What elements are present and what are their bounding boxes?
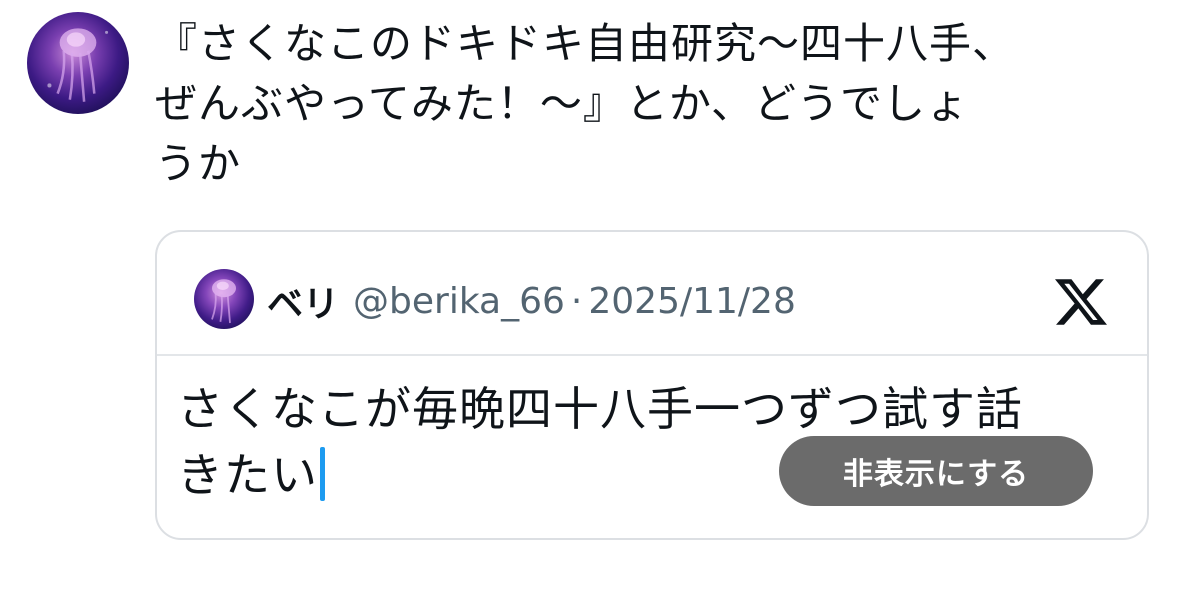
x-logo-icon[interactable] xyxy=(1055,276,1107,328)
quoted-author-avatar[interactable] xyxy=(194,269,254,329)
post-text: 『さくなこのドキドキ自由研究〜四十八手、 ぜんぶやってみた！〜』とか、どうでしょ… xyxy=(155,19,1016,188)
quoted-author-handle[interactable]: @berika_66 xyxy=(353,281,565,322)
hide-button[interactable]: 非表示にする xyxy=(779,436,1093,506)
quoted-post-header: ベリ @berika_66 · 2025/11/28 xyxy=(157,232,1147,356)
quoted-post-meta: ベリ @berika_66 · 2025/11/28 xyxy=(267,276,796,326)
quoted-post-text-line2: きたい xyxy=(177,448,318,502)
quoted-post-card[interactable]: ベリ @berika_66 · 2025/11/28 さくなこが毎晩四十八手一つ… xyxy=(155,230,1149,540)
text-caret xyxy=(320,447,325,501)
post: 『さくなこのドキドキ自由研究〜四十八手、 ぜんぶやってみた！〜』とか、どうでしょ… xyxy=(0,0,1179,603)
author-avatar[interactable] xyxy=(27,12,129,114)
quoted-post-text-line1: さくなこが毎晩四十八手一つずつ試す話 xyxy=(177,382,1023,436)
meta-separator: · xyxy=(570,280,583,322)
quoted-author-name[interactable]: ベリ xyxy=(267,275,339,327)
quoted-post-date[interactable]: 2025/11/28 xyxy=(588,281,796,322)
jellyfish-avatar-icon xyxy=(47,28,109,102)
jellyfish-avatar-icon xyxy=(211,279,236,324)
